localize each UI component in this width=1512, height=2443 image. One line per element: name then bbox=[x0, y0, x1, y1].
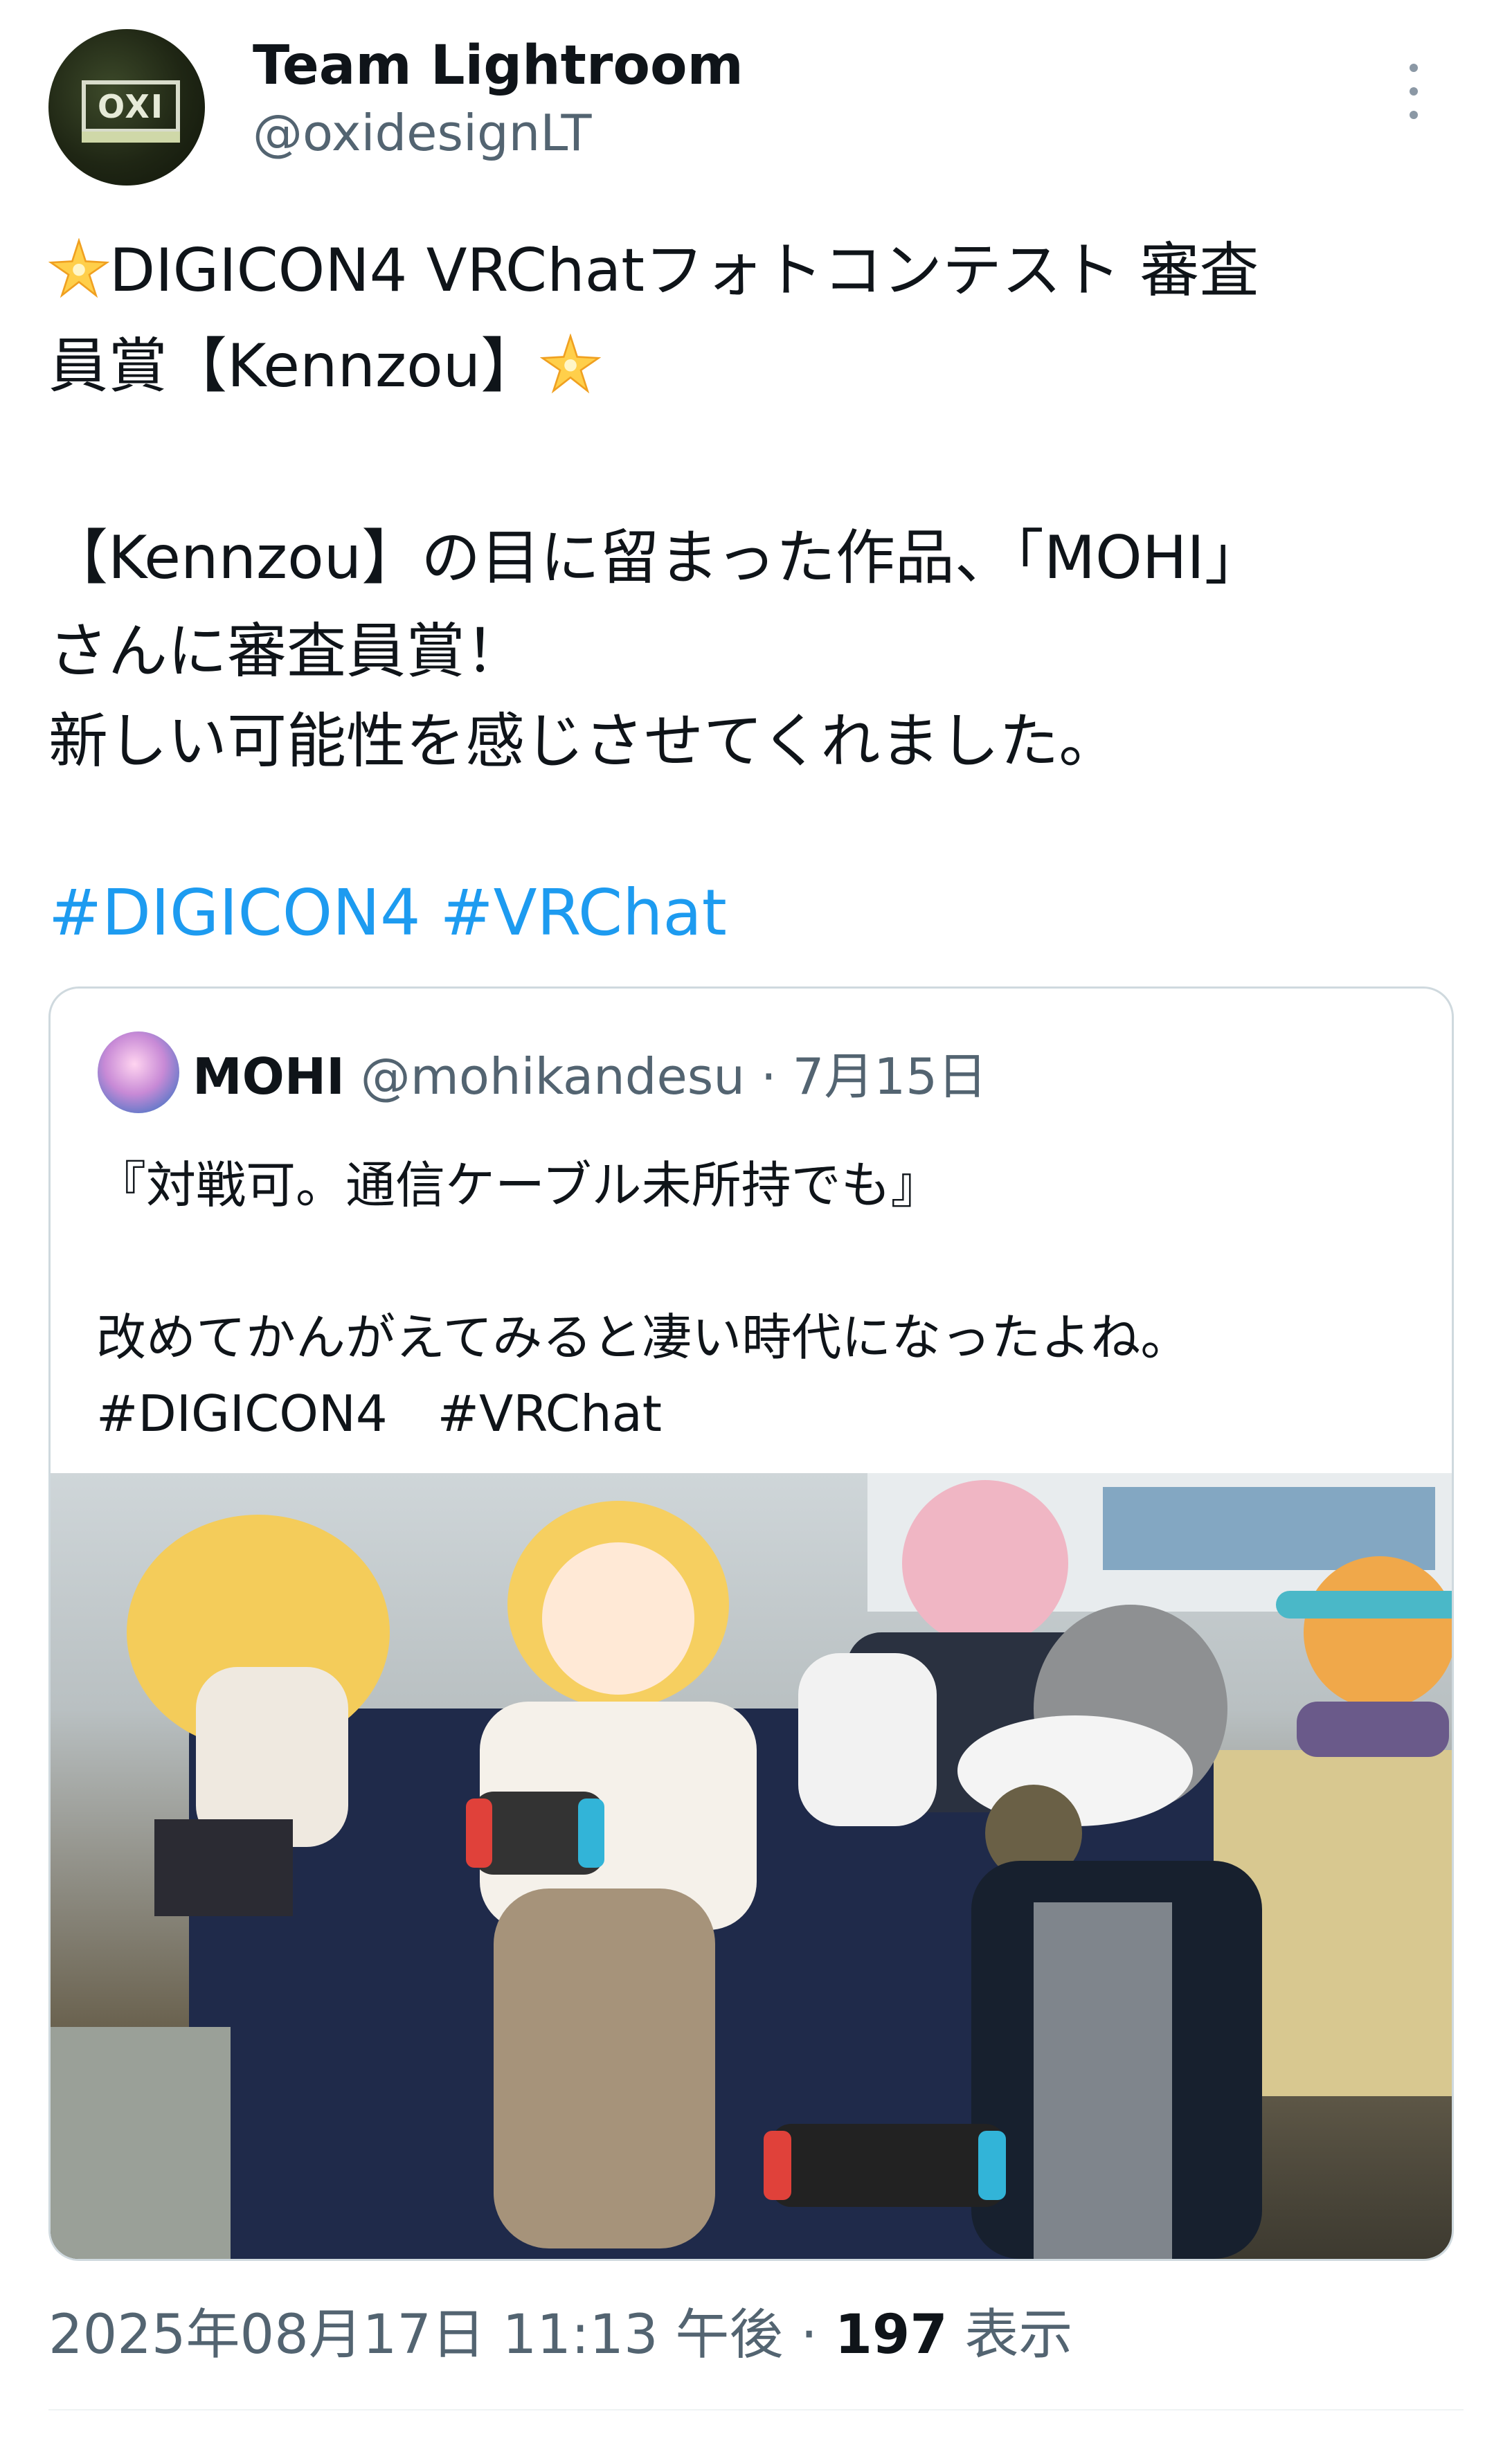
quoted-tweet-header: MOHI @mohikandesu · 7月15日 bbox=[192, 1036, 987, 1108]
tweet-line-1-text: DIGICON4 VRChatフォトコンテスト 審査 bbox=[109, 236, 1259, 305]
hashtag-link[interactable]: #DIGICON4 bbox=[48, 876, 421, 950]
sparkle-star-icon bbox=[48, 238, 109, 298]
tweet-footer: 2025年08月17日 11:13 午後 · 197 表示 bbox=[48, 2291, 1072, 2369]
quoted-line-2: 改めてかんがえてみると凄い時代になったよね。 bbox=[96, 1308, 1191, 1367]
quoted-tweet-card[interactable]: MOHI @mohikandesu · 7月15日 『対戦可。通信ケーブル未所持… bbox=[48, 986, 1454, 2261]
divider bbox=[48, 2409, 1464, 2410]
hashtag-link[interactable]: #VRChat bbox=[440, 876, 727, 950]
tweet-timestamp[interactable]: 2025年08月17日 11:13 午後 bbox=[48, 2304, 783, 2366]
author-name[interactable]: Team Lightroom bbox=[253, 35, 744, 97]
author-avatar[interactable]: OXI bbox=[48, 29, 205, 186]
sparkle-star-icon bbox=[540, 334, 602, 394]
quoted-author-handle[interactable]: @mohikandesu bbox=[361, 1047, 745, 1106]
quoted-author-name[interactable]: MOHI bbox=[192, 1047, 345, 1106]
tweet-line-4: さんに審査員賞！ bbox=[48, 617, 525, 686]
avatar-logo: OXI bbox=[82, 80, 180, 133]
tweet-line-3: 【Kennzou】の目に留まった作品、「MOHI」 bbox=[48, 523, 1264, 593]
tweet-line-5: 新しい可能性を感じさせてくれました。 bbox=[48, 707, 1119, 776]
quoted-line-3: #DIGICON4 #VRChat bbox=[96, 1385, 662, 1443]
vrchat-scene-image bbox=[51, 1473, 1452, 2259]
quoted-date[interactable]: 7月15日 bbox=[793, 1047, 987, 1106]
avatar-logo-bar bbox=[82, 132, 180, 143]
tweet-line-2-text: 員賞【Kennzou】 bbox=[48, 332, 541, 401]
view-count: 197 bbox=[834, 2304, 948, 2366]
quoted-author-avatar[interactable] bbox=[98, 1031, 179, 1113]
more-vertical-icon[interactable] bbox=[1405, 64, 1422, 119]
author-handle[interactable]: @oxidesignLT bbox=[253, 104, 591, 162]
tweet-line-2: 員賞【Kennzou】 bbox=[48, 317, 602, 404]
hashtags: #DIGICON4 #VRChat bbox=[48, 876, 746, 950]
quoted-line-1: 『対戦可。通信ケーブル未所持でも』 bbox=[96, 1156, 941, 1214]
quoted-photo[interactable] bbox=[51, 1473, 1452, 2259]
footer-separator: · bbox=[800, 2304, 818, 2366]
date-separator: · bbox=[760, 1047, 777, 1106]
tweet-line-1: DIGICON4 VRChatフォトコンテスト 審査 bbox=[48, 222, 1259, 308]
view-label: 表示 bbox=[964, 2304, 1073, 2366]
